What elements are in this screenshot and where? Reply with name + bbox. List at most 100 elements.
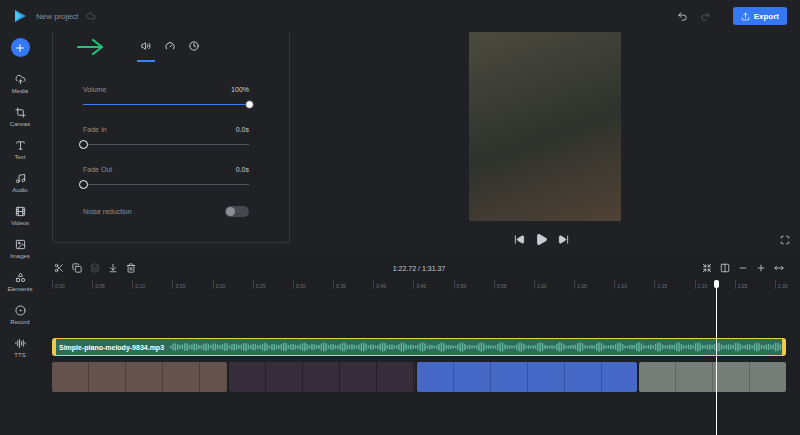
slider-track: [83, 104, 249, 105]
zoom-in-button[interactable]: [754, 261, 768, 275]
ruler-label: 0:45: [416, 283, 426, 289]
speed-icon: [165, 41, 175, 51]
timeline-toolbar: 1:22.72 / 1:31.37: [52, 258, 786, 278]
add-button[interactable]: [11, 38, 30, 57]
ruler-tick: 0:50: [454, 280, 494, 289]
sidebar-item[interactable]: Record: [0, 298, 40, 331]
ruler-tick: 0:40: [373, 280, 413, 289]
control-head: Fade Out0.0s: [83, 164, 249, 174]
slider-thumb[interactable]: [79, 180, 88, 189]
audio-icon: [15, 173, 26, 184]
slider-control: Fade Out0.0s: [83, 164, 249, 204]
ruler-label: 0:20: [216, 283, 226, 289]
ruler-tick: 0:30: [293, 280, 333, 289]
video-clip[interactable]: [229, 362, 415, 392]
layers-icon: [90, 263, 100, 273]
slider[interactable]: [83, 100, 249, 109]
skip-back-button[interactable]: [512, 231, 527, 248]
fit-button[interactable]: [700, 261, 714, 275]
slider[interactable]: [83, 140, 249, 149]
toggle-switch[interactable]: [225, 206, 249, 217]
audio-track-name: Simple-piano-melody-9834.mp3: [56, 344, 170, 351]
ruler-tick: 0:15: [172, 280, 212, 289]
sidebar-label: Audio: [12, 187, 27, 193]
player-controls: [290, 231, 800, 248]
zoom-out-button[interactable]: [736, 261, 750, 275]
redo-icon: [700, 11, 711, 22]
scissors-button[interactable]: [52, 261, 66, 275]
slider[interactable]: [83, 180, 249, 189]
ruler-tick: 0:45: [413, 280, 453, 289]
panel-tab[interactable]: [185, 32, 203, 62]
arrow-box: [77, 32, 105, 62]
sidebar-item[interactable]: Images: [0, 232, 40, 265]
control-label: Fade Out: [83, 166, 112, 173]
timeline: 1:22.72 / 1:31.370:000:050:100:150:200:2…: [40, 256, 800, 435]
arrow-icon: [77, 38, 105, 56]
audio-properties-panel: Volume100%Fade In0.0sFade Out0.0sNoise r…: [52, 32, 290, 243]
slider-control: Fade In0.0s: [83, 124, 249, 164]
volume-icon: [141, 41, 151, 51]
expand-button[interactable]: [772, 261, 786, 275]
sidebar-item[interactable]: Audio: [0, 166, 40, 199]
fullscreen-button[interactable]: [778, 233, 792, 247]
trash-icon: [126, 263, 136, 273]
skip-forward-button[interactable]: [556, 231, 571, 248]
layers-button[interactable]: [88, 261, 102, 275]
export-button[interactable]: Export: [733, 7, 787, 25]
playhead[interactable]: [716, 280, 717, 435]
video-clip[interactable]: [417, 362, 638, 392]
panel-tab[interactable]: [161, 32, 179, 62]
sidebar-item[interactable]: Media: [0, 67, 40, 100]
sidebar-item[interactable]: TTS: [0, 331, 40, 364]
zoom-tools: [445, 261, 786, 275]
video-clip[interactable]: [639, 362, 786, 392]
slider-thumb[interactable]: [79, 140, 88, 149]
audio-track[interactable]: Simple-piano-melody-9834.mp3: [52, 338, 786, 356]
sidebar-item[interactable]: Elements: [0, 265, 40, 298]
playhead-handle[interactable]: [714, 280, 719, 288]
time-display: 1:22.72 / 1:31.37: [393, 265, 446, 272]
undo-button[interactable]: [675, 9, 690, 24]
minus-icon: [738, 263, 748, 273]
sidebar-label: Canvas: [10, 121, 30, 127]
ruler-tick: 0:35: [333, 280, 373, 289]
ruler-label: 0:55: [497, 283, 507, 289]
controls: Volume100%Fade In0.0sFade Out0.0sNoise r…: [53, 62, 289, 217]
video-track: [52, 362, 786, 392]
sidebar-item[interactable]: Text: [0, 133, 40, 166]
logo-icon[interactable]: [12, 8, 28, 24]
ruler-tick: 1:25: [735, 280, 775, 289]
split-button[interactable]: [718, 261, 732, 275]
panel-tabs: [53, 32, 289, 62]
cloud-icon: [86, 11, 96, 21]
ruler-label: 0:10: [135, 283, 145, 289]
project-name[interactable]: New project: [36, 12, 78, 21]
scissors-icon: [54, 263, 64, 273]
download-button[interactable]: [106, 261, 120, 275]
trash-button[interactable]: [124, 261, 138, 275]
toggle-control: Noise reduction: [83, 206, 249, 217]
fullscreen-icon: [780, 235, 790, 245]
ruler-label: 1:00: [537, 283, 547, 289]
time-ruler: 0:000:050:100:150:200:250:300:350:400:45…: [52, 280, 786, 294]
panel-tab[interactable]: [137, 32, 155, 62]
control-head: Fade In0.0s: [83, 124, 249, 134]
control-reading: 0.0s: [236, 126, 249, 133]
shrink-icon: [702, 263, 712, 273]
top-bar: New project Export: [0, 0, 800, 32]
ruler-label: 0:40: [376, 283, 386, 289]
play-button[interactable]: [533, 231, 550, 248]
sidebar-item[interactable]: Videos: [0, 199, 40, 232]
plus-icon: [756, 263, 766, 273]
video-clip[interactable]: [52, 362, 227, 392]
skip-back-icon: [514, 234, 525, 245]
ruler-tick: 1:10: [614, 280, 654, 289]
copy-button[interactable]: [70, 261, 84, 275]
export-icon: [741, 12, 750, 21]
ruler-label: 1:20: [698, 283, 708, 289]
sidebar-item[interactable]: Canvas: [0, 100, 40, 133]
content: Volume100%Fade In0.0sFade Out0.0sNoise r…: [40, 32, 800, 435]
slider-thumb[interactable]: [245, 100, 254, 109]
redo-button[interactable]: [698, 9, 713, 24]
